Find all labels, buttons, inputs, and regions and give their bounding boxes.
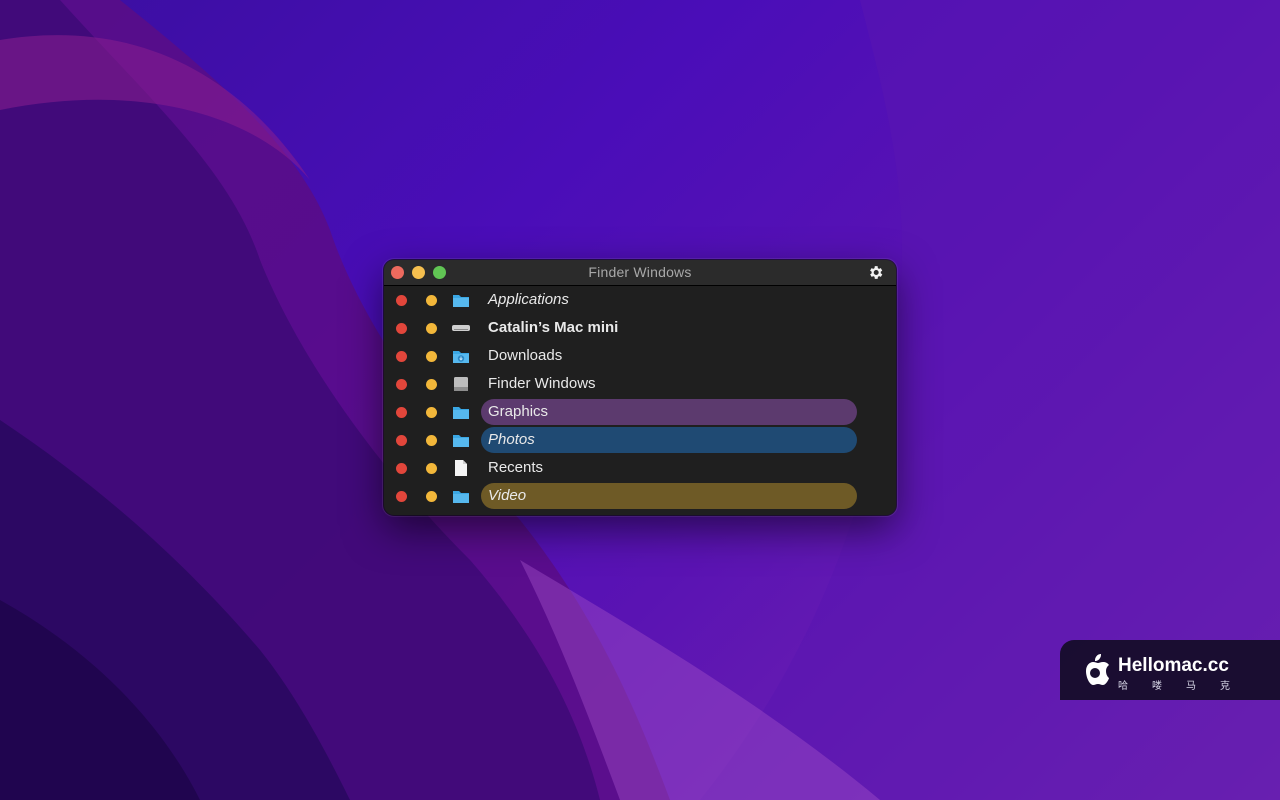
minimize-window-button[interactable]: [426, 295, 437, 306]
close-window-button[interactable]: [396, 407, 407, 418]
apple-logo-icon: [1086, 654, 1109, 685]
folder-icon: [453, 407, 469, 419]
downloads-folder-icon: [453, 351, 469, 363]
folder-icon: [453, 435, 469, 447]
minimize-window-button[interactable]: [426, 435, 437, 446]
item-label: Catalin’s Mac mini: [488, 319, 619, 336]
watermark-name: Hellomac.cc: [1118, 655, 1229, 676]
close-window-button[interactable]: [396, 351, 407, 362]
item-label: Graphics: [488, 403, 549, 420]
finder-windows-panel: Finder Windows Applications Catalin’s Ma…: [384, 260, 896, 515]
minimize-window-button[interactable]: [426, 323, 437, 334]
window-title: Finder Windows: [588, 264, 692, 280]
close-window-button[interactable]: [396, 491, 407, 502]
close-window-button[interactable]: [396, 435, 407, 446]
watermark-subtitle: 哈喽马克: [1118, 681, 1254, 692]
close-window-button[interactable]: [396, 463, 407, 474]
item-label: Video: [488, 487, 527, 504]
document-icon: [455, 460, 467, 476]
list-item[interactable]: Graphics: [384, 398, 896, 426]
disk-icon: [454, 377, 468, 391]
list-item[interactable]: Photos: [384, 426, 896, 454]
close-window-button[interactable]: [396, 295, 407, 306]
list-item[interactable]: Recents: [384, 454, 896, 482]
list-item[interactable]: Finder Windows: [384, 370, 896, 398]
list-item[interactable]: Catalin’s Mac mini: [384, 314, 896, 342]
item-label: Applications: [488, 291, 569, 308]
gear-icon[interactable]: [867, 264, 884, 281]
highlight-pill: [481, 427, 857, 453]
title-bar[interactable]: Finder Windows: [384, 260, 896, 286]
list-item[interactable]: Video: [384, 482, 896, 510]
minimize-window-button[interactable]: [426, 407, 437, 418]
folder-icon: [453, 491, 469, 503]
close-window-button[interactable]: [396, 379, 407, 390]
watermark-badge: Hellomac.cc 哈喽马克: [1060, 640, 1280, 700]
item-label: Recents: [488, 459, 544, 476]
minimize-window-button[interactable]: [426, 379, 437, 390]
list-item[interactable]: Downloads: [384, 342, 896, 370]
folder-icon: [453, 295, 469, 307]
item-label: Downloads: [488, 347, 563, 364]
highlight-pill: [481, 483, 857, 509]
minimize-window-button[interactable]: [426, 351, 437, 362]
list-item[interactable]: Applications: [384, 286, 896, 314]
minimize-window-button[interactable]: [426, 491, 437, 502]
item-label: Photos: [488, 431, 535, 448]
close-window-button[interactable]: [396, 323, 407, 334]
computer-icon: [452, 325, 470, 331]
minimize-window-button[interactable]: [426, 463, 437, 474]
window-list: Applications Catalin’s Mac mini Download…: [384, 286, 896, 510]
item-label: Finder Windows: [488, 375, 596, 392]
